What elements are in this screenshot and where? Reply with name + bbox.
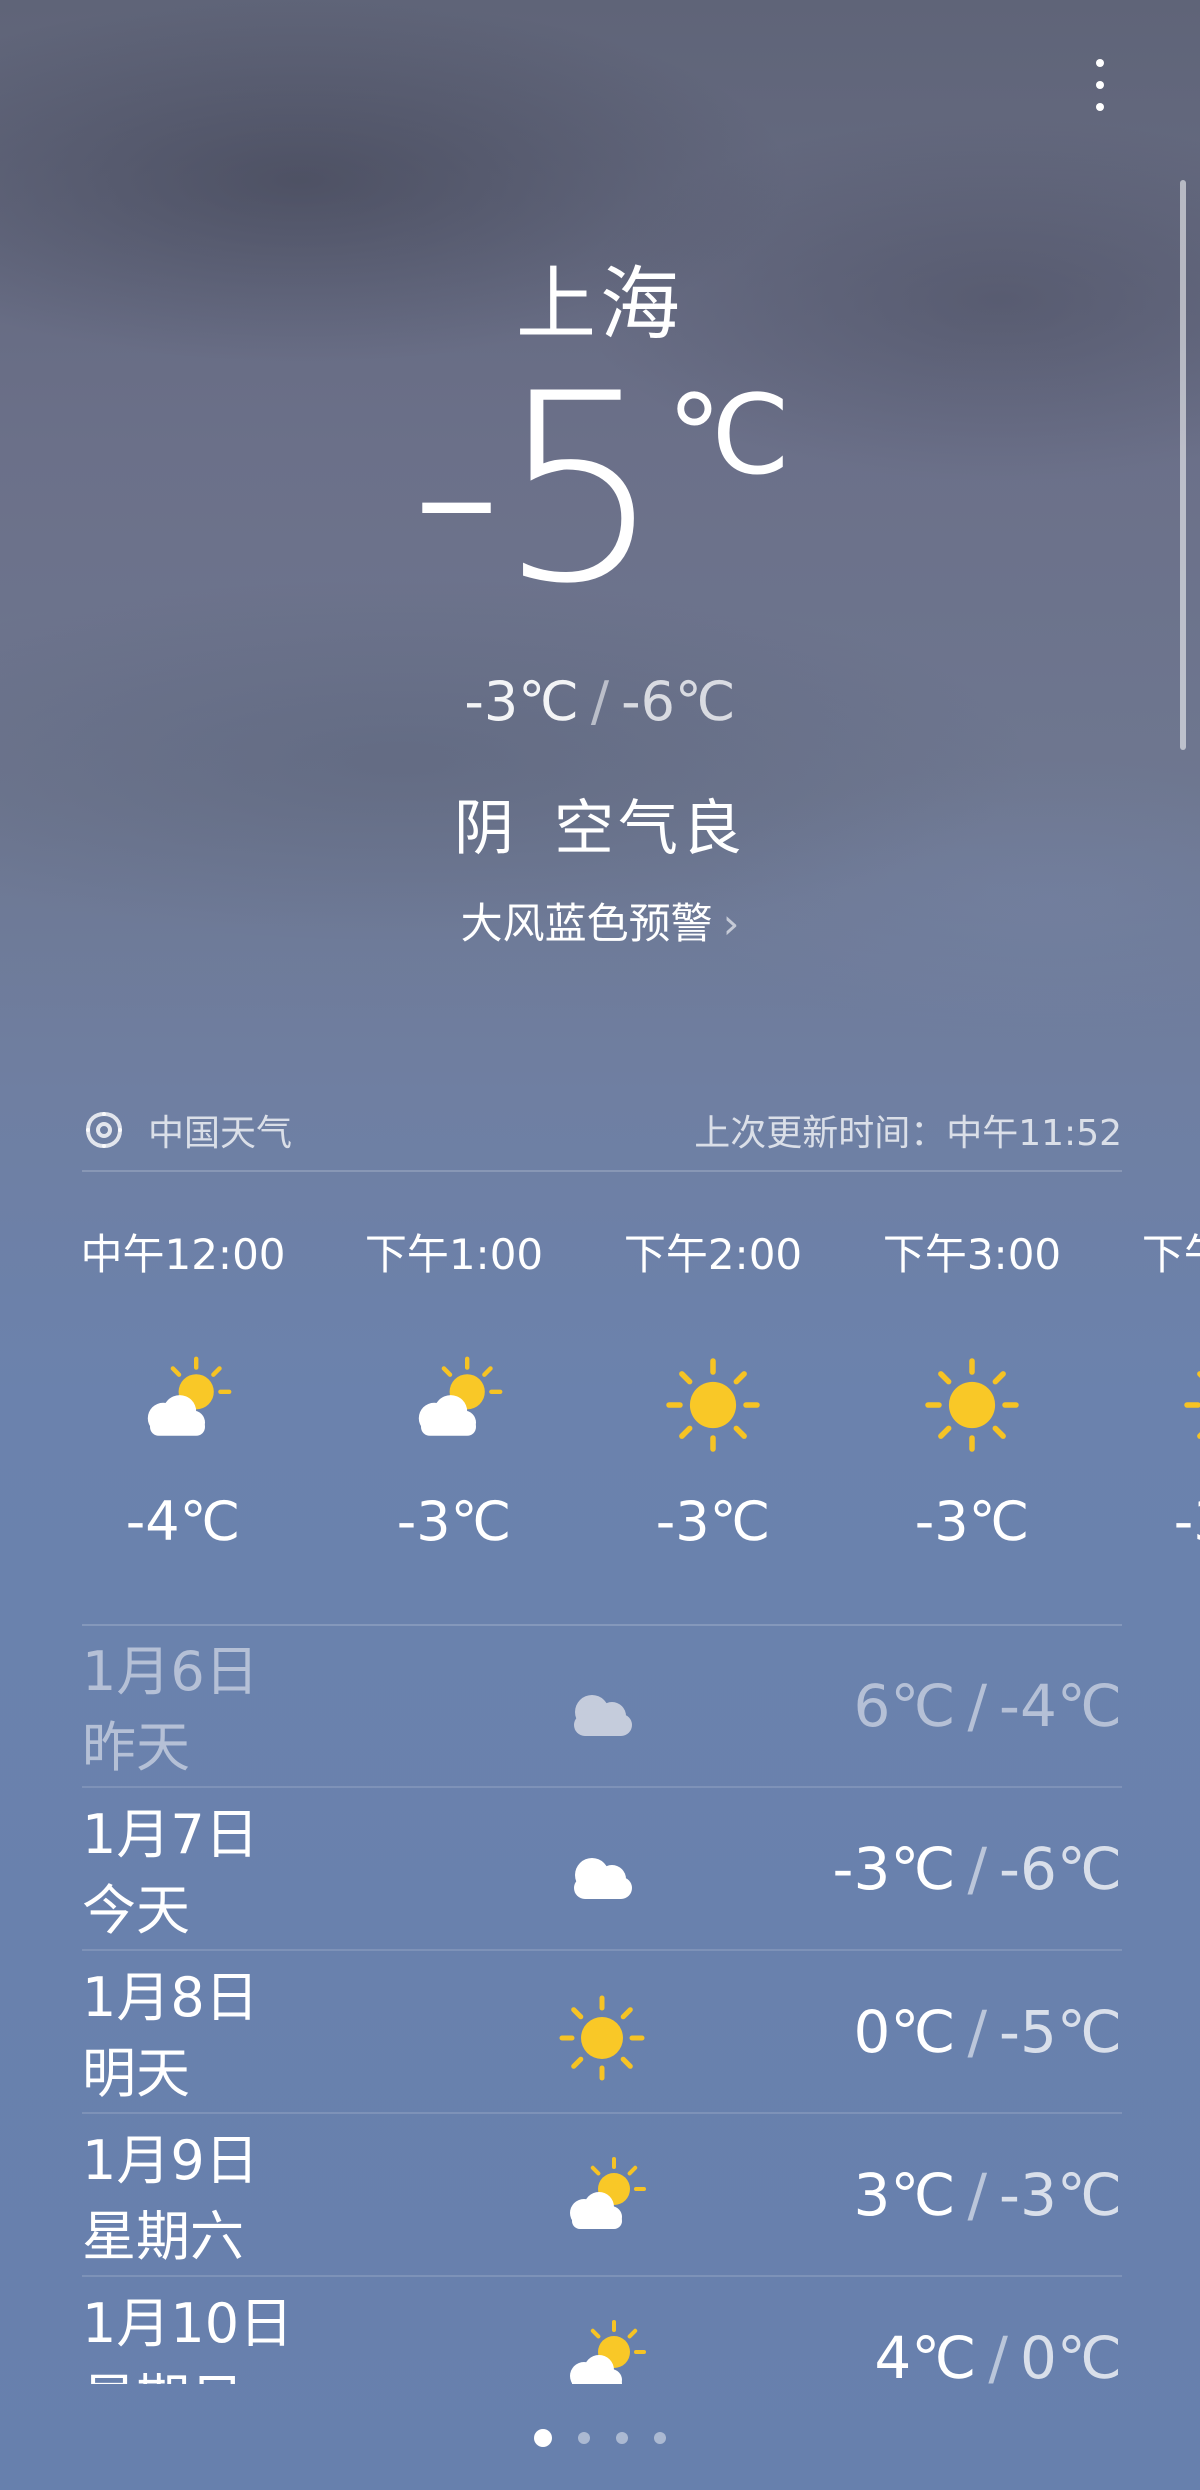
hour-time: 下午1:00: [364, 1230, 544, 1279]
china-weather-logo-icon: [86, 1112, 122, 1148]
weather-alert-link[interactable]: 大风蓝色预警 ›: [0, 890, 1200, 951]
hour-time: 中午12:00: [80, 1230, 286, 1279]
daily-forecast[interactable]: 1月6日 昨天 6℃ / -4℃ 1月7日 今天 -3℃ / -6℃ 1月8日 明天 0…: [0, 1626, 1200, 2384]
range-separator: /: [988, 2324, 1008, 2384]
last-updated: 上次更新时间：中午11:52: [694, 1113, 1122, 1154]
daily-day: 星期六: [82, 2205, 244, 2268]
daily-high: 3℃: [853, 2161, 956, 2229]
page-dot[interactable]: [578, 2432, 590, 2444]
partly-sunny-icon: [552, 2151, 652, 2251]
daily-high: 4℃: [874, 2324, 977, 2384]
alert-text: 大风蓝色预警: [460, 899, 713, 948]
range-separator: /: [590, 670, 610, 733]
hourly-forecast[interactable]: 中午12:00 -4℃ 下午1:00 -3℃ 下午2:00 -3℃ 下午3:00 -3…: [0, 1210, 1200, 1610]
daily-row[interactable]: 1月9日 星期六 3℃ / -3℃: [82, 2115, 1122, 2277]
page-dot[interactable]: [616, 2432, 628, 2444]
current-temp-value: -5: [409, 339, 663, 641]
daily-row[interactable]: 1月8日 明天 0℃ / -5℃: [82, 1952, 1122, 2114]
sunny-icon: [552, 1988, 652, 2088]
daily-range: 4℃/0℃: [874, 2318, 1122, 2384]
daily-day: 星期日: [82, 2362, 244, 2384]
hour-temp: -3℃: [396, 1490, 512, 1553]
divider: [82, 2275, 1122, 2277]
hour-temp: -3℃: [1173, 1490, 1200, 1553]
daily-date: 1月9日: [82, 2129, 259, 2192]
daily-date: 1月6日: [82, 1640, 259, 1703]
today-low: -6℃: [621, 670, 736, 733]
hourly-item: 下午2:00 -3℃: [583, 1210, 843, 1610]
divider: [82, 1949, 1122, 1951]
more-vertical-icon: [1096, 59, 1104, 67]
divider: [82, 1170, 1122, 1172]
hourly-item: 下午4:00 -3℃: [1101, 1210, 1200, 1610]
current-temp-unit: ℃: [666, 371, 791, 499]
hour-time: 下午2:00: [623, 1230, 803, 1279]
daily-day: 明天: [82, 2042, 190, 2105]
daily-high: -3℃: [832, 1835, 956, 1903]
page-indicator: [0, 2428, 1200, 2448]
range-separator: /: [967, 1672, 988, 1740]
page-dot[interactable]: [654, 2432, 666, 2444]
daily-row[interactable]: 1月7日 今天 -3℃ / -6℃: [82, 1789, 1122, 1951]
range-separator: /: [967, 2161, 988, 2229]
cloudy-icon: [552, 1662, 652, 1762]
cloudy-icon: [552, 1825, 652, 1925]
daily-row[interactable]: 1月10日 星期日 4℃/0℃: [82, 2278, 1122, 2384]
hour-temp: -3℃: [655, 1490, 771, 1553]
partly-sunny-icon: [128, 1350, 238, 1460]
daily-date: 1月7日: [82, 1803, 259, 1866]
hourly-item: 中午12:00 -4℃: [53, 1210, 313, 1610]
today-range: -3℃ / -6℃: [0, 670, 1200, 733]
current-temperature: -5 ℃: [0, 360, 1200, 620]
condition-line: 阴空气良: [0, 780, 1200, 867]
daily-range: -3℃ / -6℃: [833, 1829, 1122, 1909]
daily-low: -6℃: [999, 1835, 1122, 1903]
daily-high: 0℃: [853, 1998, 956, 2066]
air-quality: 空气良: [554, 794, 746, 864]
daily-day: 昨天: [82, 1716, 190, 1779]
daily-high: 6℃: [853, 1672, 956, 1740]
today-high: -3℃: [464, 670, 579, 733]
hour-temp: -3℃: [914, 1490, 1030, 1553]
source-row: 中国天气 上次更新时间：中午11:52: [82, 1090, 1122, 1170]
sunny-icon: [658, 1350, 768, 1460]
divider: [82, 2112, 1122, 2114]
sunny-icon: [917, 1350, 1027, 1460]
more-menu-button[interactable]: [1080, 40, 1120, 130]
hour-time: 下午3:00: [882, 1230, 1062, 1279]
source-name: 中国天气: [148, 1113, 293, 1154]
chevron-right-icon: ›: [722, 899, 740, 948]
source-brand[interactable]: 中国天气: [82, 1104, 292, 1156]
daily-low: 0℃: [1019, 2324, 1122, 2384]
daily-range: 0℃ / -5℃: [853, 1992, 1122, 2072]
sunny-icon: [1176, 1350, 1200, 1460]
partly-sunny-icon: [552, 2314, 652, 2384]
daily-range: 6℃ / -4℃: [853, 1666, 1122, 1746]
daily-date: 1月8日: [82, 1966, 259, 2029]
range-separator: /: [967, 1998, 988, 2066]
divider: [82, 1786, 1122, 1788]
daily-low: -4℃: [999, 1672, 1122, 1740]
daily-low: -5℃: [999, 1998, 1122, 2066]
weather-condition: 阴: [454, 794, 518, 864]
page-dot[interactable]: [534, 2429, 552, 2447]
hour-temp: -4℃: [125, 1490, 241, 1553]
daily-date: 1月10日: [82, 2292, 294, 2355]
hourly-item: 下午1:00 -3℃: [324, 1210, 584, 1610]
range-separator: /: [967, 1835, 988, 1903]
daily-row[interactable]: 1月6日 昨天 6℃ / -4℃: [82, 1626, 1122, 1788]
daily-range: 3℃ / -3℃: [853, 2155, 1122, 2235]
daily-day: 今天: [82, 1879, 190, 1942]
daily-low: -3℃: [999, 2161, 1122, 2229]
hourly-item: 下午3:00 -3℃: [842, 1210, 1102, 1610]
hour-time: 下午4:00: [1141, 1230, 1200, 1279]
partly-sunny-icon: [399, 1350, 509, 1460]
